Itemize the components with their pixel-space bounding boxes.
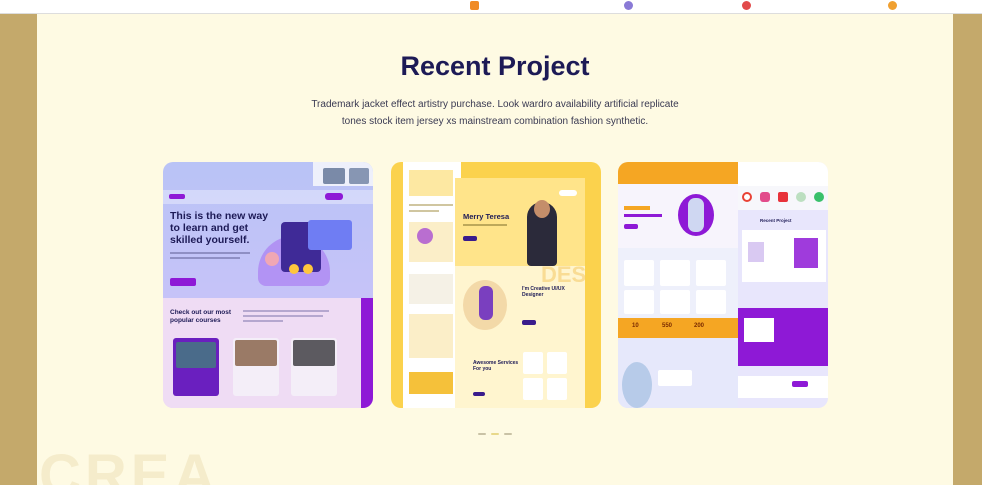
app-icon <box>760 192 770 202</box>
spotify-icon <box>814 192 824 202</box>
role-line: Designer <box>522 292 544 298</box>
feature-card <box>624 290 654 314</box>
extension-icon <box>624 1 633 10</box>
text-line <box>170 257 240 259</box>
preview-footer <box>409 372 453 394</box>
highlight-tag <box>624 206 650 210</box>
service-card <box>523 378 543 400</box>
illustration-person <box>265 252 279 266</box>
feature-card <box>660 260 690 286</box>
app-icon <box>796 192 806 202</box>
text-line <box>624 214 662 217</box>
project-card-portfolio[interactable]: Merry Teresa I'm Creative UI/UX Designer… <box>391 162 601 408</box>
gallery-image <box>794 238 818 268</box>
preview-block <box>409 274 453 304</box>
cta-button[interactable] <box>522 320 536 325</box>
stat-value: 200 <box>694 323 705 329</box>
text-line <box>243 315 323 317</box>
google-icon <box>742 192 752 202</box>
designer-figure <box>479 286 493 320</box>
feature-card <box>660 290 690 314</box>
cta-button[interactable] <box>170 278 196 286</box>
hero-line: skilled yourself. <box>170 234 250 246</box>
cta-button[interactable] <box>463 236 477 241</box>
text-line <box>409 204 453 206</box>
background-watermark: CREA <box>39 443 220 485</box>
project-card-learning[interactable]: This is the new way to learn and get ski… <box>163 162 373 408</box>
preview-block <box>409 222 453 262</box>
course-image <box>293 340 335 366</box>
feature-card <box>624 260 654 286</box>
pagination-dot[interactable] <box>504 433 512 435</box>
newsletter <box>738 376 828 398</box>
thumbnail-image <box>349 168 369 184</box>
stat-value: 10 <box>632 323 639 329</box>
preview-hero <box>409 170 453 196</box>
subtitle-line: Trademark jacket effect artistry purchas… <box>311 99 679 110</box>
hero-line: This is the new way <box>170 210 269 222</box>
bg-text: DES <box>541 262 587 287</box>
text-line <box>170 252 250 254</box>
text-line <box>243 310 329 312</box>
pagination-dot-active[interactable] <box>491 433 499 435</box>
service-card <box>547 378 567 400</box>
text-line <box>463 224 507 226</box>
hire-button[interactable] <box>559 190 577 196</box>
courses-heading: Check out our most popular courses <box>170 309 231 325</box>
portrait-face <box>534 200 550 218</box>
course-image <box>176 342 216 368</box>
feature-card <box>696 290 726 314</box>
text-line <box>243 320 283 322</box>
recent-project-section: Recent Project Trademark jacket effect a… <box>37 14 953 485</box>
logo <box>169 194 185 199</box>
stat-value: 550 <box>662 323 673 329</box>
subtitle-line: tones stock item jersey xs mainstream co… <box>341 116 649 127</box>
services-line: For you <box>473 366 492 372</box>
side-accent <box>361 298 373 408</box>
illustration-screen <box>308 220 352 250</box>
service-card <box>523 352 543 374</box>
illustration-coin <box>303 264 313 274</box>
service-card <box>547 352 567 374</box>
portfolio-name: Merry Teresa <box>463 212 510 221</box>
gallery-image <box>748 242 764 262</box>
section-subtitle: Trademark jacket effect artistry purchas… <box>275 96 715 130</box>
nav-button[interactable] <box>325 193 343 200</box>
hero-person <box>688 198 704 232</box>
illustration-coin <box>289 264 299 274</box>
course-image <box>235 340 277 366</box>
carousel-pagination[interactable] <box>478 433 518 437</box>
browser-toolbar-strip <box>0 0 982 14</box>
courses-heading-line: Check out our most <box>170 309 232 316</box>
services-heading: Awesome Services For you <box>473 360 518 372</box>
pdf-icon <box>778 192 788 202</box>
courses-heading-line: popular courses <box>170 317 221 324</box>
mini-heading: Recent Project <box>760 218 792 223</box>
hero-heading: This is the new way to learn and get ski… <box>170 210 268 246</box>
subscribe-button[interactable] <box>792 381 808 387</box>
cta-button[interactable] <box>473 392 485 396</box>
preview-avatar <box>417 228 433 244</box>
preview-block <box>409 314 453 358</box>
section-title: Recent Project <box>400 51 590 81</box>
top-accent <box>618 162 738 184</box>
bookmark-icon <box>470 1 479 10</box>
testimonial-bubble <box>658 370 692 386</box>
project-card-agency[interactable]: 10 550 200 Recent Project <box>618 162 828 408</box>
hero-line: to learn and get <box>170 222 249 234</box>
thumbnail-image <box>323 168 345 184</box>
extension-icon <box>742 1 751 10</box>
pagination-dot[interactable] <box>478 433 486 435</box>
text-line <box>409 210 439 212</box>
cta-panel <box>744 318 774 342</box>
profile-icon <box>888 1 897 10</box>
testimonial-person <box>622 362 652 408</box>
cta-button[interactable] <box>624 224 638 229</box>
right-header <box>738 162 828 186</box>
feature-card <box>696 260 726 286</box>
